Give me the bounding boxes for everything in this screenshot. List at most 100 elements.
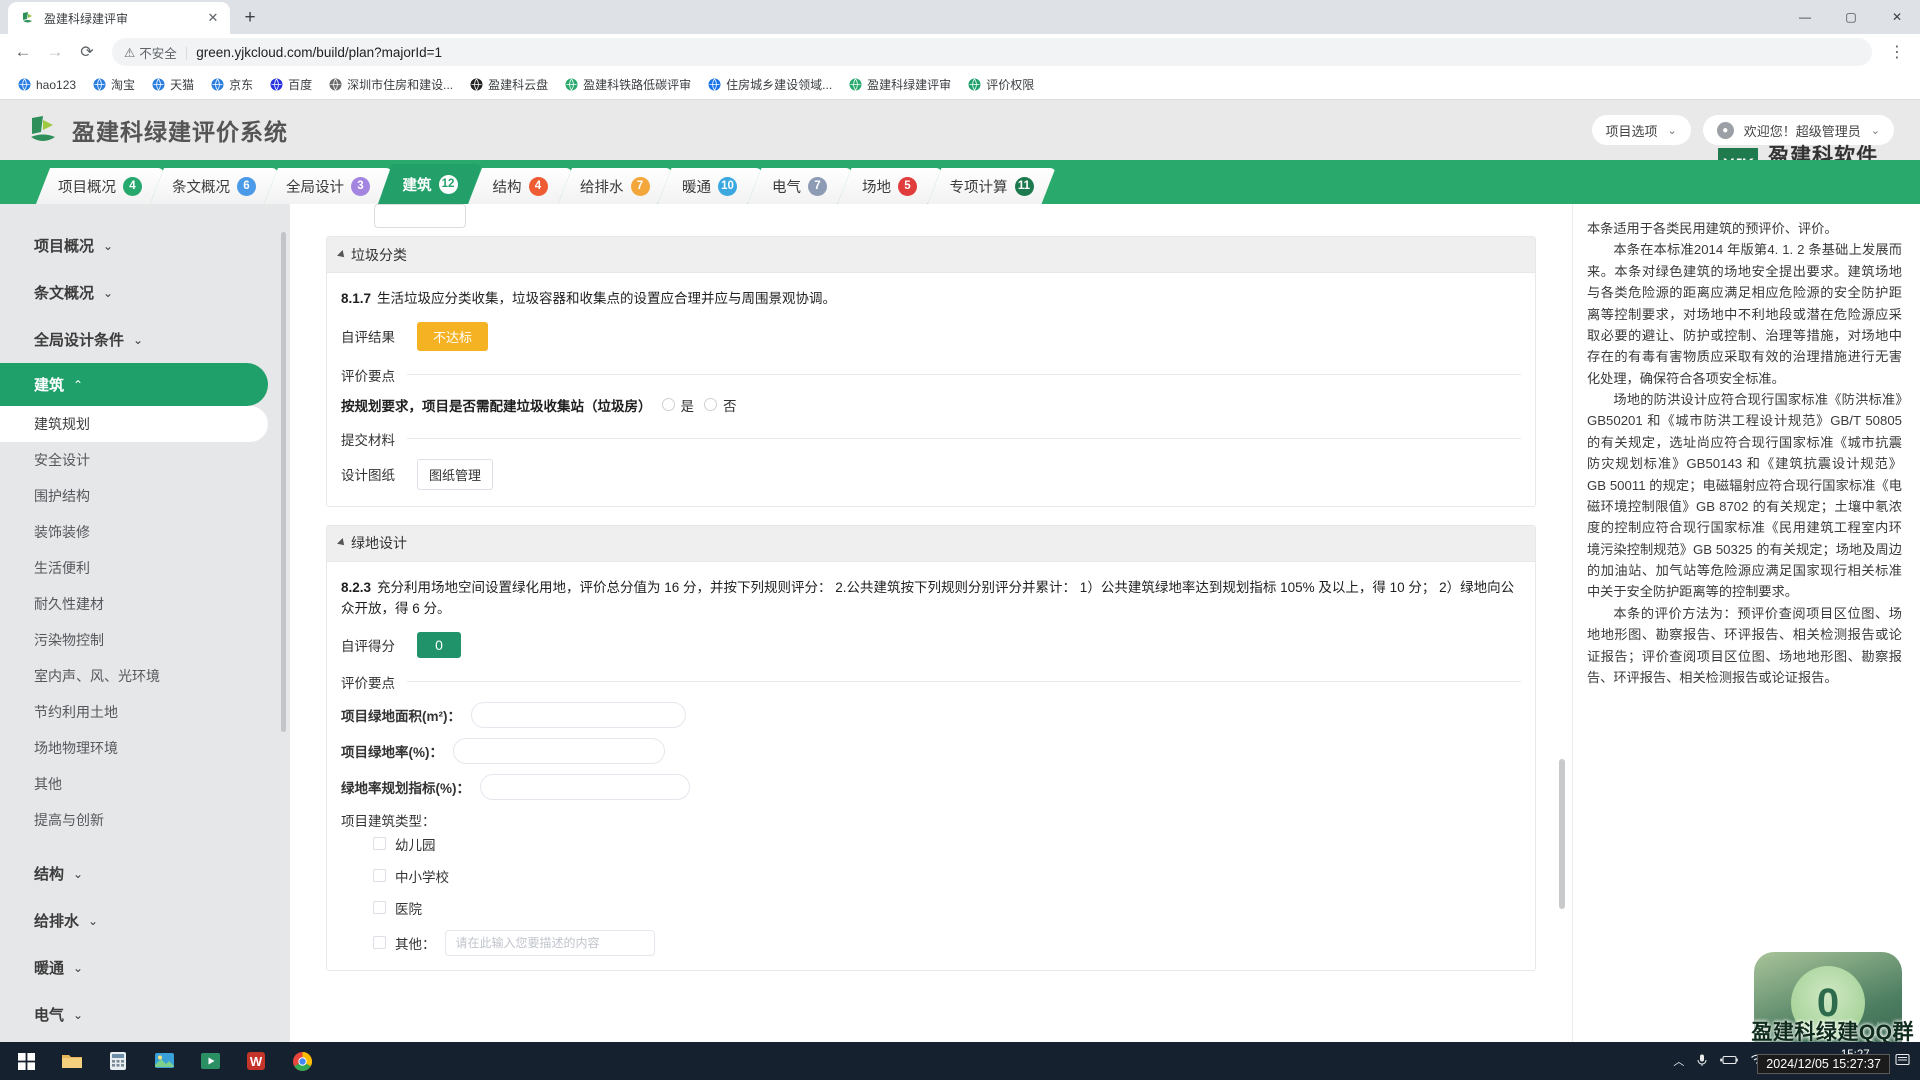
sidebar-group-暖通[interactable]: 暖通 ⌄ xyxy=(0,944,290,991)
taskbar-chrome-icon[interactable] xyxy=(280,1042,324,1080)
sidebar-item-室内声、风、光环境[interactable]: 室内声、风、光环境 xyxy=(0,658,290,694)
bookmark-item[interactable]: 深圳市住房和建设... xyxy=(321,73,460,96)
sidebar-item-建筑规划[interactable]: 建筑规划 xyxy=(0,406,268,442)
green-rate-input[interactable] xyxy=(453,737,665,764)
bookmark-item[interactable]: 盈建科云盘 xyxy=(462,73,555,96)
close-window-button[interactable]: ✕ xyxy=(1874,0,1920,34)
new-tab-button[interactable]: + xyxy=(236,4,264,32)
checkbox-icon[interactable] xyxy=(373,901,386,915)
bookmark-item[interactable]: 天猫 xyxy=(144,73,201,96)
checkbox-icon[interactable] xyxy=(373,869,386,883)
major-tab-4[interactable]: 建筑 12 xyxy=(378,164,482,204)
checkbox-医院[interactable]: 医院 xyxy=(373,898,1521,918)
bookmark-item[interactable]: 淘宝 xyxy=(85,73,142,96)
not-secure-badge[interactable]: ⚠ 不安全 xyxy=(124,43,177,62)
browser-tab-title: 盈建科绿建评审 xyxy=(44,11,129,26)
sidebar-group-建筑[interactable]: 建筑 ⌃ xyxy=(0,363,268,406)
project-options-dropdown[interactable]: 项目选项 ⌄ xyxy=(1591,115,1691,145)
major-tab-8[interactable]: 电气 7 xyxy=(748,168,852,204)
bookmark-label: 住房城乡建设领域... xyxy=(726,78,833,92)
bookmark-item[interactable]: hao123 xyxy=(10,75,83,95)
major-tab-1[interactable]: 项目概况 4 xyxy=(36,168,164,204)
major-tab-10[interactable]: 专项计算 11 xyxy=(928,168,1056,204)
major-tab-6[interactable]: 给排水 7 xyxy=(558,168,672,204)
forward-icon[interactable]: → xyxy=(40,37,70,67)
sidebar-group-label: 项目概况 xyxy=(34,238,95,255)
taskbar-media-icon[interactable] xyxy=(188,1042,232,1080)
drawing-row: 设计图纸 图纸管理 xyxy=(341,458,1521,490)
notification-center-icon[interactable] xyxy=(1895,1053,1910,1069)
checkbox-icon[interactable] xyxy=(373,936,386,950)
checkbox-other[interactable]: 其他： 请在此输入您要描述的内容 xyxy=(373,929,1521,956)
sidebar-item-耐久性建材[interactable]: 耐久性建材 xyxy=(0,586,290,622)
major-tab-2[interactable]: 条文概况 6 xyxy=(150,168,278,204)
minimize-button[interactable]: — xyxy=(1782,0,1828,34)
browser-tab[interactable]: 盈建科绿建评审 ✕ xyxy=(8,2,230,34)
major-tab-7[interactable]: 暖通 10 xyxy=(658,168,762,204)
tab-close-icon[interactable]: ✕ xyxy=(204,9,222,27)
reload-icon[interactable]: ⟳ xyxy=(72,37,102,67)
sidebar-group-给排水[interactable]: 给排水 ⌄ xyxy=(0,897,290,944)
start-button[interactable] xyxy=(4,1042,48,1080)
section-header[interactable]: 绿地设计 xyxy=(327,525,1535,562)
sidebar-item-提高与创新[interactable]: 提高与创新 xyxy=(0,802,290,838)
sidebar-scrollbar[interactable] xyxy=(281,232,286,732)
major-tab-9[interactable]: 场地 5 xyxy=(838,168,942,204)
taskbar-wps-icon[interactable]: W xyxy=(234,1042,278,1080)
radio-icon[interactable] xyxy=(704,398,717,412)
sidebar-item-装饰装修[interactable]: 装饰装修 xyxy=(0,514,290,550)
user-menu-dropdown[interactable]: ● 欢迎您！超级管理员 ⌄ xyxy=(1702,115,1894,145)
self-score-badge[interactable]: 0 xyxy=(417,631,461,658)
drawing-manage-button[interactable]: 图纸管理 xyxy=(417,458,494,490)
section-header[interactable]: 垃圾分类 xyxy=(327,237,1535,273)
bookmark-item[interactable]: 住房城乡建设领域... xyxy=(700,73,839,96)
sidebar-item-围护结构[interactable]: 围护结构 xyxy=(0,478,290,514)
partially-visible-input[interactable] xyxy=(374,204,466,228)
sidebar-item-安全设计[interactable]: 安全设计 xyxy=(0,442,290,478)
address-bar[interactable]: ⚠ 不安全 | green.yjkcloud.com/build/plan?ma… xyxy=(112,38,1872,66)
bookmark-label: hao123 xyxy=(36,77,77,92)
browser-toolbar: ← → ⟳ ⚠ 不安全 | green.yjkcloud.com/build/p… xyxy=(0,34,1920,70)
sidebar-group-电气[interactable]: 电气 ⌄ xyxy=(0,991,290,1038)
radio-icon[interactable] xyxy=(661,398,675,412)
bookmark-item[interactable]: 京东 xyxy=(203,73,260,96)
checkbox-icon[interactable] xyxy=(373,837,386,851)
clause-text-row: 8.1.7 生活垃圾应分类收集，垃圾容器和收集点的设置应合理并应与周围景观协调。 xyxy=(341,289,1521,310)
checkbox-幼儿园[interactable]: 幼儿园 xyxy=(373,834,1521,854)
main-scrollbar[interactable] xyxy=(1559,759,1565,909)
sidebar-group-条文概况[interactable]: 条文概况 ⌄ xyxy=(0,269,290,316)
taskbar-folder-icon[interactable] xyxy=(50,1042,94,1080)
major-tab-5[interactable]: 结构 4 xyxy=(468,168,572,204)
sidebar-item-节约利用土地[interactable]: 节约利用土地 xyxy=(0,694,290,730)
taskbar-calculator-icon[interactable] xyxy=(96,1042,140,1080)
major-tab-3[interactable]: 全局设计 3 xyxy=(264,168,392,204)
sidebar-item-其他[interactable]: 其他 xyxy=(0,766,290,802)
bookmark-item[interactable]: 评价权限 xyxy=(960,73,1041,96)
checkbox-中小学校[interactable]: 中小学校 xyxy=(373,866,1521,886)
major-tab-count-badge: 4 xyxy=(123,177,142,196)
sidebar-item-场地物理环境[interactable]: 场地物理环境 xyxy=(0,730,290,766)
microphone-icon[interactable] xyxy=(1695,1053,1709,1070)
self-result-badge[interactable]: 不达标 xyxy=(417,321,489,351)
battery-icon[interactable] xyxy=(1720,1054,1739,1069)
sidebar-group-项目概况[interactable]: 项目概况 ⌄ xyxy=(0,222,290,269)
other-description-input[interactable]: 请在此输入您要描述的内容 xyxy=(444,929,655,956)
bookmark-item[interactable]: 盈建科铁路低碳评审 xyxy=(557,73,698,96)
taskbar-photos-icon[interactable] xyxy=(142,1042,186,1080)
bookmark-item[interactable]: 盈建科绿建评审 xyxy=(841,73,958,96)
sidebar-item-生活便利[interactable]: 生活便利 xyxy=(0,550,290,586)
bookmark-item[interactable]: 百度 xyxy=(262,73,319,96)
radio-option-yes[interactable]: 是 xyxy=(661,395,694,415)
maximize-button[interactable]: ▢ xyxy=(1828,0,1874,34)
browser-menu-icon[interactable]: ⋮ xyxy=(1882,37,1912,67)
qq-group-widget[interactable]: 0 ☆ xyxy=(1754,952,1902,1042)
back-icon[interactable]: ← xyxy=(8,37,38,67)
radio-option-no[interactable]: 否 xyxy=(704,395,737,415)
section-title: 绿地设计 xyxy=(351,535,407,552)
green-area-input[interactable] xyxy=(471,701,686,728)
sidebar-group-结构[interactable]: 结构 ⌄ xyxy=(0,850,290,897)
tray-expand-icon[interactable]: ︿ xyxy=(1673,1053,1684,1069)
sidebar-group-全局设计条件[interactable]: 全局设计条件 ⌄ xyxy=(0,316,290,363)
green-plan-index-input[interactable] xyxy=(480,773,690,800)
sidebar-item-污染物控制[interactable]: 污染物控制 xyxy=(0,622,290,658)
